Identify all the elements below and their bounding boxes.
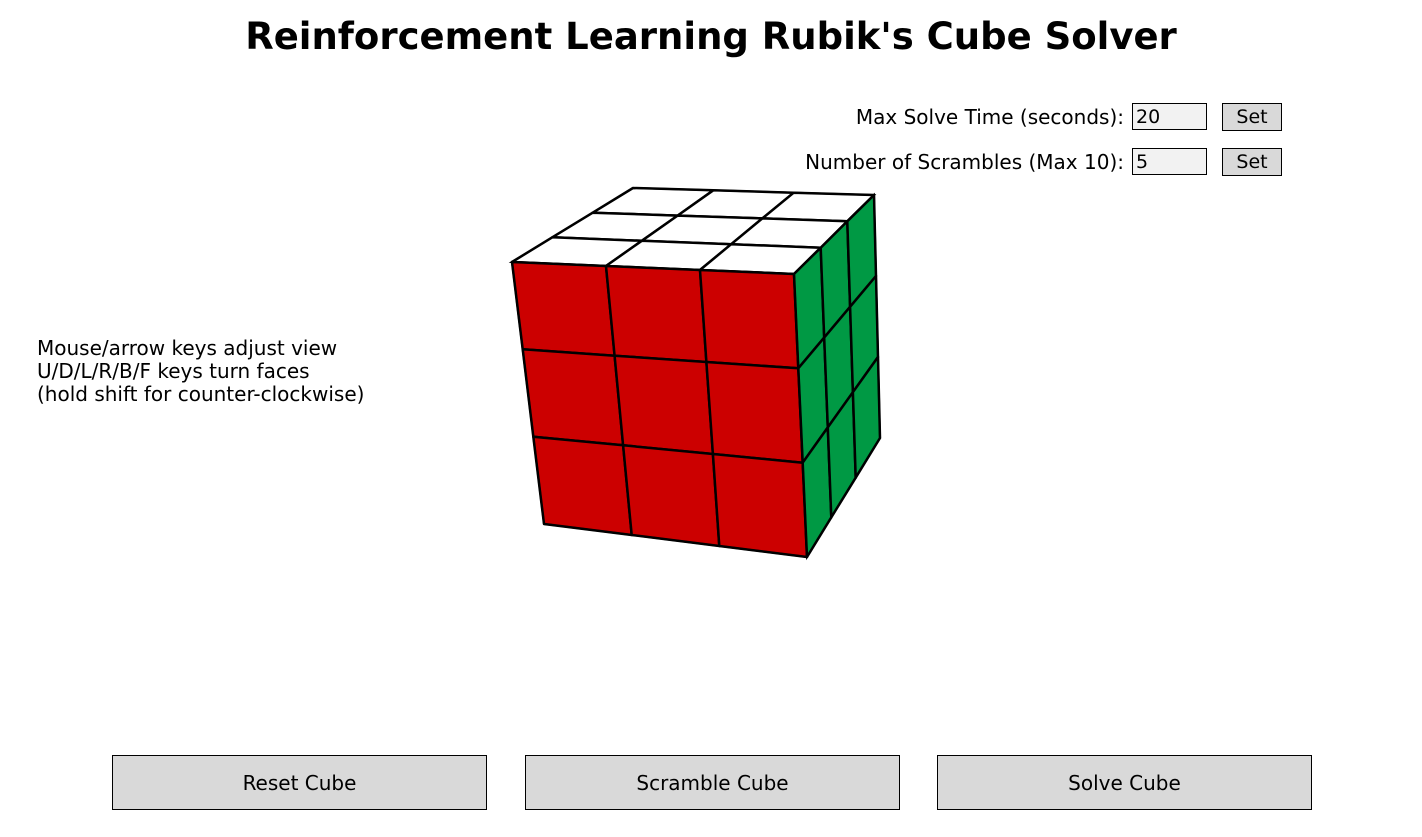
front-face-sticker — [604, 264, 708, 364]
front-face-sticker — [532, 435, 633, 537]
cube-front-face — [510, 260, 809, 559]
reset-cube-button[interactable]: Reset Cube — [112, 755, 487, 810]
front-face-sticker — [705, 360, 804, 464]
front-face-sticker — [621, 444, 721, 548]
front-face-sticker — [698, 268, 800, 370]
front-face-sticker — [510, 260, 616, 357]
front-face-sticker — [711, 452, 809, 559]
app-window: Reinforcement Learning Rubik's Cube Solv… — [0, 0, 1422, 837]
front-face-sticker — [521, 348, 625, 447]
front-face-sticker — [613, 354, 715, 456]
cube-3d-view[interactable] — [0, 0, 1422, 837]
scramble-cube-button[interactable]: Scramble Cube — [525, 755, 900, 810]
solve-cube-button[interactable]: Solve Cube — [937, 755, 1312, 810]
